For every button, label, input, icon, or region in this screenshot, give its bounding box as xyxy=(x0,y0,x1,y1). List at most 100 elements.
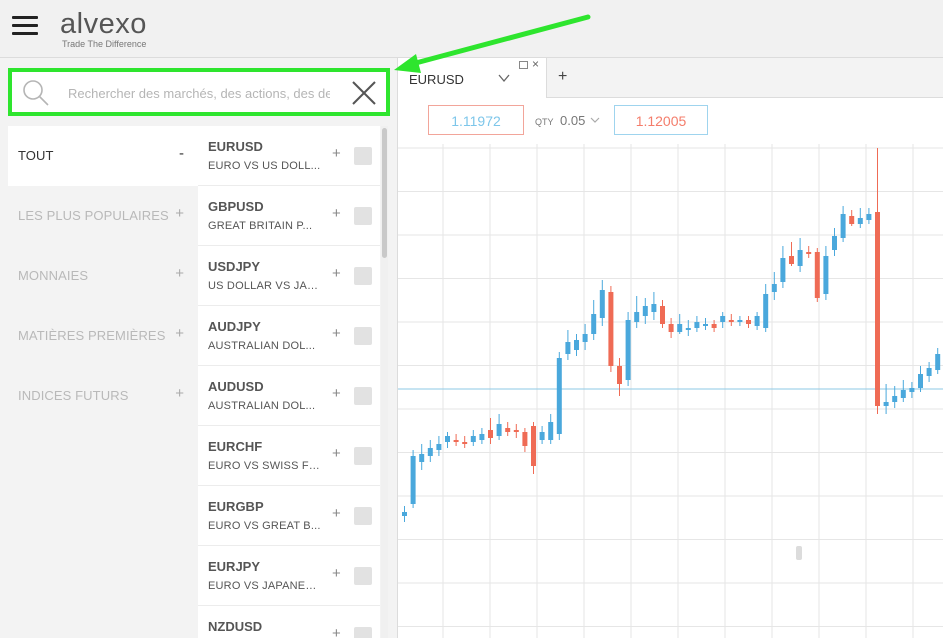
instrument-description: EURO VS US DOLL... xyxy=(208,160,321,172)
instrument-checkbox[interactable] xyxy=(354,507,372,525)
category-label: MONNAIES xyxy=(18,268,89,283)
instrument-row-nzdusd[interactable]: NZDUSD + xyxy=(198,606,380,638)
chevron-down-icon[interactable] xyxy=(589,114,601,126)
candle-body xyxy=(746,320,751,324)
instrument-description: EURO VS SWISS FR... xyxy=(208,460,322,472)
instrument-symbol: EURJPY xyxy=(208,559,261,574)
candle-body xyxy=(582,334,588,342)
category-item-matieres-premieres[interactable]: MATIÈRES PREMIÈRES + xyxy=(8,306,198,366)
candle-body xyxy=(608,292,614,366)
ask-price: 1.12005 xyxy=(635,113,687,129)
close-tab-icon[interactable]: × xyxy=(532,57,539,71)
expand-icon[interactable]: + xyxy=(175,265,184,282)
instrument-checkbox[interactable] xyxy=(354,207,372,225)
candle-body xyxy=(427,448,433,456)
logo-tagline: Trade The Difference xyxy=(62,39,147,49)
alvexo-logo[interactable]: alvexo Trade The Difference xyxy=(58,6,168,52)
candle-body xyxy=(711,324,717,328)
expand-icon[interactable]: + xyxy=(175,325,184,342)
candle-body xyxy=(728,320,734,322)
expand-icon[interactable]: + xyxy=(175,385,184,402)
candle-body xyxy=(522,432,528,446)
buy-price-button[interactable]: 1.12005 xyxy=(614,105,708,135)
chevron-down-icon[interactable] xyxy=(497,71,511,85)
candle-body xyxy=(771,284,777,292)
qty-value[interactable]: 0.05 xyxy=(560,113,585,128)
candle-body xyxy=(591,314,597,334)
instrument-description: GREAT BRITAIN P... xyxy=(208,220,313,232)
category-list: TOUT - LES PLUS POPULAIRES + MONNAIES + … xyxy=(8,126,198,638)
scroll-thumb[interactable] xyxy=(382,128,387,258)
candle-body xyxy=(806,252,812,254)
instrument-scrollbar[interactable] xyxy=(381,126,388,638)
expand-icon[interactable]: + xyxy=(175,205,184,222)
candle-body xyxy=(754,316,760,326)
instrument-row-gbpusd[interactable]: GBPUSD GREAT BRITAIN P... + xyxy=(198,186,380,246)
candle-body xyxy=(849,216,855,224)
candle-body xyxy=(685,328,691,330)
instrument-row-audusd[interactable]: AUDUSD AUSTRALIAN DOL... + xyxy=(198,366,380,426)
instrument-checkbox[interactable] xyxy=(354,567,372,585)
category-item-populaires[interactable]: LES PLUS POPULAIRES + xyxy=(8,186,198,246)
hamburger-menu-icon[interactable] xyxy=(12,15,38,37)
add-icon[interactable]: + xyxy=(332,625,341,638)
instrument-row-audjpy[interactable]: AUDJPY AUSTRALIAN DOL... + xyxy=(198,306,380,366)
candle-body xyxy=(866,214,872,220)
candle-body xyxy=(832,236,837,250)
instrument-symbol: AUDJPY xyxy=(208,319,261,334)
add-icon[interactable]: + xyxy=(332,205,341,222)
add-tab-button[interactable]: + xyxy=(558,68,567,86)
instrument-checkbox[interactable] xyxy=(354,627,372,638)
add-icon[interactable]: + xyxy=(332,145,341,162)
candle-body xyxy=(445,436,450,442)
price-chart[interactable] xyxy=(398,144,943,638)
category-label: MATIÈRES PREMIÈRES xyxy=(18,328,166,343)
instrument-symbol: AUDUSD xyxy=(208,379,264,394)
add-icon[interactable]: + xyxy=(332,385,341,402)
instrument-row-eurjpy[interactable]: EURJPY EURO VS JAPANES... + xyxy=(198,546,380,606)
instrument-row-eurusd[interactable]: EURUSD EURO VS US DOLL... + xyxy=(198,126,380,186)
candle-body xyxy=(531,426,536,466)
instrument-checkbox[interactable] xyxy=(354,267,372,285)
category-item-monnaies[interactable]: MONNAIES + xyxy=(8,246,198,306)
add-icon[interactable]: + xyxy=(332,325,341,342)
add-icon[interactable]: + xyxy=(332,505,341,522)
candle-body xyxy=(814,252,820,298)
candlestick-chart[interactable] xyxy=(398,144,943,638)
add-icon[interactable]: + xyxy=(332,565,341,582)
collapse-icon[interactable]: - xyxy=(179,145,184,162)
candle-body xyxy=(617,366,622,384)
candle-body xyxy=(840,214,846,238)
candle-body xyxy=(763,294,769,328)
instrument-row-usdjpy[interactable]: USDJPY US DOLLAR VS JAP... + xyxy=(198,246,380,306)
candle-body xyxy=(703,324,708,326)
instrument-checkbox[interactable] xyxy=(354,387,372,405)
candle-body xyxy=(513,430,519,432)
add-icon[interactable]: + xyxy=(332,265,341,282)
candle-body xyxy=(651,304,657,312)
instrument-symbol: GBPUSD xyxy=(208,199,264,214)
chart-tab-bar: EURUSD × + xyxy=(398,57,943,98)
category-item-tout[interactable]: TOUT - xyxy=(8,126,198,186)
panel-collapse-handle[interactable] xyxy=(796,546,802,560)
add-icon[interactable]: + xyxy=(332,445,341,462)
market-search-box[interactable] xyxy=(8,68,390,116)
instrument-description: AUSTRALIAN DOL... xyxy=(208,340,316,352)
instrument-checkbox[interactable] xyxy=(354,147,372,165)
instrument-description: US DOLLAR VS JAP... xyxy=(208,280,322,292)
instrument-row-eurgbp[interactable]: EURGBP EURO VS GREAT B... + xyxy=(198,486,380,546)
candle-body xyxy=(875,212,880,406)
instrument-checkbox[interactable] xyxy=(354,327,372,345)
tab-eurusd[interactable]: EURUSD × xyxy=(398,57,547,98)
instrument-row-eurchf[interactable]: EURCHF EURO VS SWISS FR... + xyxy=(198,426,380,486)
instrument-checkbox[interactable] xyxy=(354,447,372,465)
category-label: INDICES FUTURS xyxy=(18,388,129,403)
category-item-indices-futurs[interactable]: INDICES FUTURS + xyxy=(8,366,198,426)
candle-body xyxy=(857,218,863,224)
maximize-icon[interactable] xyxy=(519,61,528,69)
candle-body xyxy=(737,320,743,322)
instrument-description: EURO VS GREAT B... xyxy=(208,520,321,532)
market-search-input[interactable] xyxy=(68,82,330,104)
sell-price-button[interactable]: 1.11972 xyxy=(428,105,524,135)
close-icon[interactable] xyxy=(350,79,378,107)
